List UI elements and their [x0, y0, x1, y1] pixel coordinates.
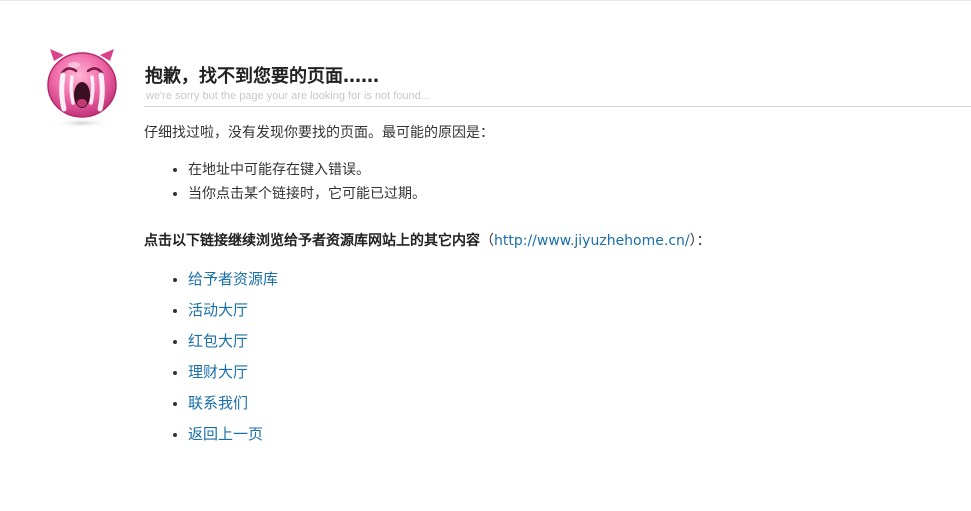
page-header: 抱歉，找不到您要的页面…… we're sorry but the page y…: [144, 65, 971, 103]
link-finance-hall[interactable]: 理财大厅: [188, 363, 248, 381]
navigation-links-list: 给予者资源库 活动大厅 红包大厅 理财大厅 联系我们 返回上一页: [170, 264, 278, 450]
close-paren: ）：: [689, 233, 711, 249]
reasons-list: 在地址中可能存在键入错误。 当你点击某个链接时，它可能已过期。: [170, 158, 426, 206]
reason-item: 当你点击某个链接时，它可能已过期。: [188, 182, 426, 206]
link-go-back[interactable]: 返回上一页: [188, 425, 263, 443]
list-item: 红包大厅: [188, 326, 278, 357]
link-red-packet-hall[interactable]: 红包大厅: [188, 332, 248, 350]
page-subtitle: we're sorry but the page your are lookin…: [146, 90, 430, 102]
intro-text: 仔细找过啦，没有发现你要找的页面。最可能的原因是：: [144, 125, 494, 141]
list-item: 给予者资源库: [188, 264, 278, 295]
reason-item: 在地址中可能存在键入错误。: [188, 158, 426, 182]
continue-label: 点击以下链接继续浏览给予者资源库网站上的其它内容: [144, 233, 480, 249]
list-item: 返回上一页: [188, 419, 278, 450]
crying-pig-icon: [47, 49, 117, 128]
link-giver-resource-library[interactable]: 给予者资源库: [188, 270, 278, 288]
header-divider: [144, 106, 971, 107]
list-item: 活动大厅: [188, 295, 278, 326]
page-title: 抱歉，找不到您要的页面……: [145, 66, 379, 87]
list-item: 联系我们: [188, 388, 278, 419]
continue-prompt: 点击以下链接继续浏览给予者资源库网站上的其它内容（http://www.jiyu…: [144, 231, 711, 251]
open-paren: （: [480, 233, 494, 249]
not-found-page: 抱歉，找不到您要的页面…… we're sorry but the page y…: [0, 0, 971, 511]
link-contact-us[interactable]: 联系我们: [188, 394, 248, 412]
home-url-link[interactable]: http://www.jiyuzhehome.cn/: [494, 233, 690, 249]
link-activity-hall[interactable]: 活动大厅: [188, 301, 248, 319]
list-item: 理财大厅: [188, 357, 278, 388]
